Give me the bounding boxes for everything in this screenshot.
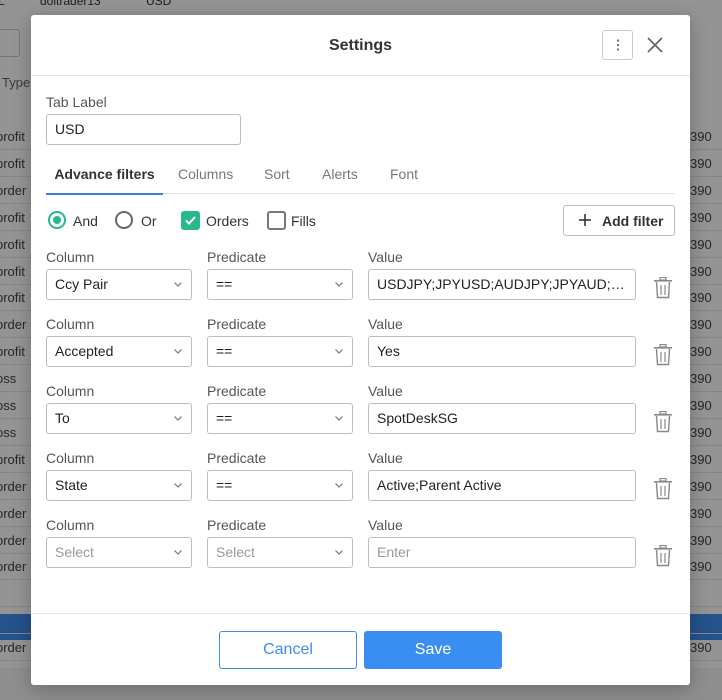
value-header: Value	[368, 450, 403, 466]
fills-label: Fills	[291, 213, 316, 229]
predicate-select[interactable]: ==	[207, 269, 353, 300]
fills-checkbox[interactable]	[267, 211, 286, 230]
column-select[interactable]: Ccy Pair	[46, 269, 192, 300]
orders-label: Orders	[206, 213, 249, 229]
chevron-down-icon	[335, 483, 343, 488]
predicate-header: Predicate	[207, 316, 267, 332]
predicate-header: Predicate	[207, 249, 267, 265]
tab-advance-filters[interactable]: Advance filters	[46, 163, 163, 195]
close-button[interactable]	[643, 33, 667, 57]
and-label: And	[73, 213, 98, 229]
column-header: Column	[46, 450, 95, 466]
chevron-down-icon	[335, 416, 343, 421]
chevron-down-icon	[335, 282, 343, 287]
or-radio[interactable]	[115, 211, 133, 229]
tab-label-input[interactable]: USD	[46, 114, 241, 145]
tab-columns[interactable]: Columns	[178, 163, 233, 194]
tab-label: Font	[390, 166, 419, 182]
predicate-select[interactable]: ==	[207, 336, 353, 367]
column-header: Column	[46, 249, 95, 265]
chevron-down-icon	[174, 483, 182, 488]
column-header: Column	[46, 517, 95, 533]
predicate-select[interactable]: ==	[207, 403, 353, 434]
trash-icon[interactable]	[653, 277, 673, 299]
predicate-select-value: ==	[216, 276, 233, 292]
chevron-down-icon	[174, 282, 182, 287]
column-select[interactable]: Accepted	[46, 336, 192, 367]
tab-label: Sort	[264, 166, 290, 182]
predicate-select[interactable]: Select	[207, 537, 353, 568]
checkmark-icon	[185, 216, 196, 225]
value-input[interactable]: Enter	[368, 537, 636, 568]
value-header: Value	[368, 383, 403, 399]
column-select-value: Accepted	[55, 343, 114, 359]
tab-label: Advance filters	[54, 166, 155, 182]
dialog-title: Settings	[328, 37, 393, 54]
dialog-footer: Cancel Save	[31, 613, 690, 685]
column-header: Column	[46, 316, 95, 332]
tab-sort[interactable]: Sort	[264, 163, 290, 194]
active-tab-indicator	[46, 193, 163, 195]
column-select[interactable]: To	[46, 403, 192, 434]
trash-icon[interactable]	[653, 344, 673, 366]
value-header: Value	[368, 316, 403, 332]
save-button[interactable]: Save	[364, 631, 502, 669]
value-header: Value	[368, 517, 403, 533]
tab-label-caption: Tab Label	[46, 94, 107, 110]
trash-icon[interactable]	[653, 478, 673, 500]
orders-checkbox[interactable]	[181, 211, 200, 230]
cancel-button[interactable]: Cancel	[219, 631, 357, 669]
plus-icon	[579, 214, 591, 226]
more-options-button[interactable]	[602, 30, 633, 60]
column-header: Column	[46, 383, 95, 399]
chevron-down-icon	[174, 349, 182, 354]
kebab-menu-icon	[616, 39, 619, 51]
predicate-select-placeholder: Select	[216, 544, 255, 560]
column-select-value: Ccy Pair	[55, 276, 108, 292]
chevron-down-icon	[335, 349, 343, 354]
column-select[interactable]: Select	[46, 537, 192, 568]
predicate-header: Predicate	[207, 517, 267, 533]
dialog-header: Settings	[31, 15, 690, 76]
chevron-down-icon	[174, 550, 182, 555]
predicate-select[interactable]: ==	[207, 470, 353, 501]
value-input[interactable]: Yes	[368, 336, 636, 367]
tab-alerts[interactable]: Alerts	[322, 163, 358, 194]
settings-tabs: Advance filters Columns Sort Alerts Font	[46, 163, 675, 195]
column-select-value: State	[55, 477, 88, 493]
predicate-select-value: ==	[216, 477, 233, 493]
add-filter-button[interactable]: Add filter	[563, 205, 675, 236]
add-filter-label: Add filter	[602, 213, 664, 229]
column-select-value: To	[55, 410, 70, 426]
or-label: Or	[141, 213, 157, 229]
tab-label: Columns	[178, 166, 234, 182]
tab-font[interactable]: Font	[390, 163, 418, 194]
predicate-select-value: ==	[216, 343, 233, 359]
value-input[interactable]: USDJPY;JPYUSD;AUDJPY;JPYAUD;GBPAU…	[368, 269, 636, 300]
predicate-header: Predicate	[207, 450, 267, 466]
predicate-header: Predicate	[207, 383, 267, 399]
chevron-down-icon	[174, 416, 182, 421]
column-select[interactable]: State	[46, 470, 192, 501]
trash-icon[interactable]	[653, 545, 673, 567]
tab-label: Alerts	[322, 166, 358, 182]
chevron-down-icon	[335, 550, 343, 555]
value-input[interactable]: Active;Parent Active	[368, 470, 636, 501]
predicate-select-value: ==	[216, 410, 233, 426]
and-radio[interactable]	[48, 211, 66, 229]
trash-icon[interactable]	[653, 411, 673, 433]
close-icon	[647, 37, 663, 53]
value-input[interactable]: SpotDeskSG	[368, 403, 636, 434]
value-header: Value	[368, 249, 403, 265]
column-select-placeholder: Select	[55, 544, 94, 560]
settings-dialog: Settings Tab Label USD Advance filters C…	[31, 15, 690, 685]
